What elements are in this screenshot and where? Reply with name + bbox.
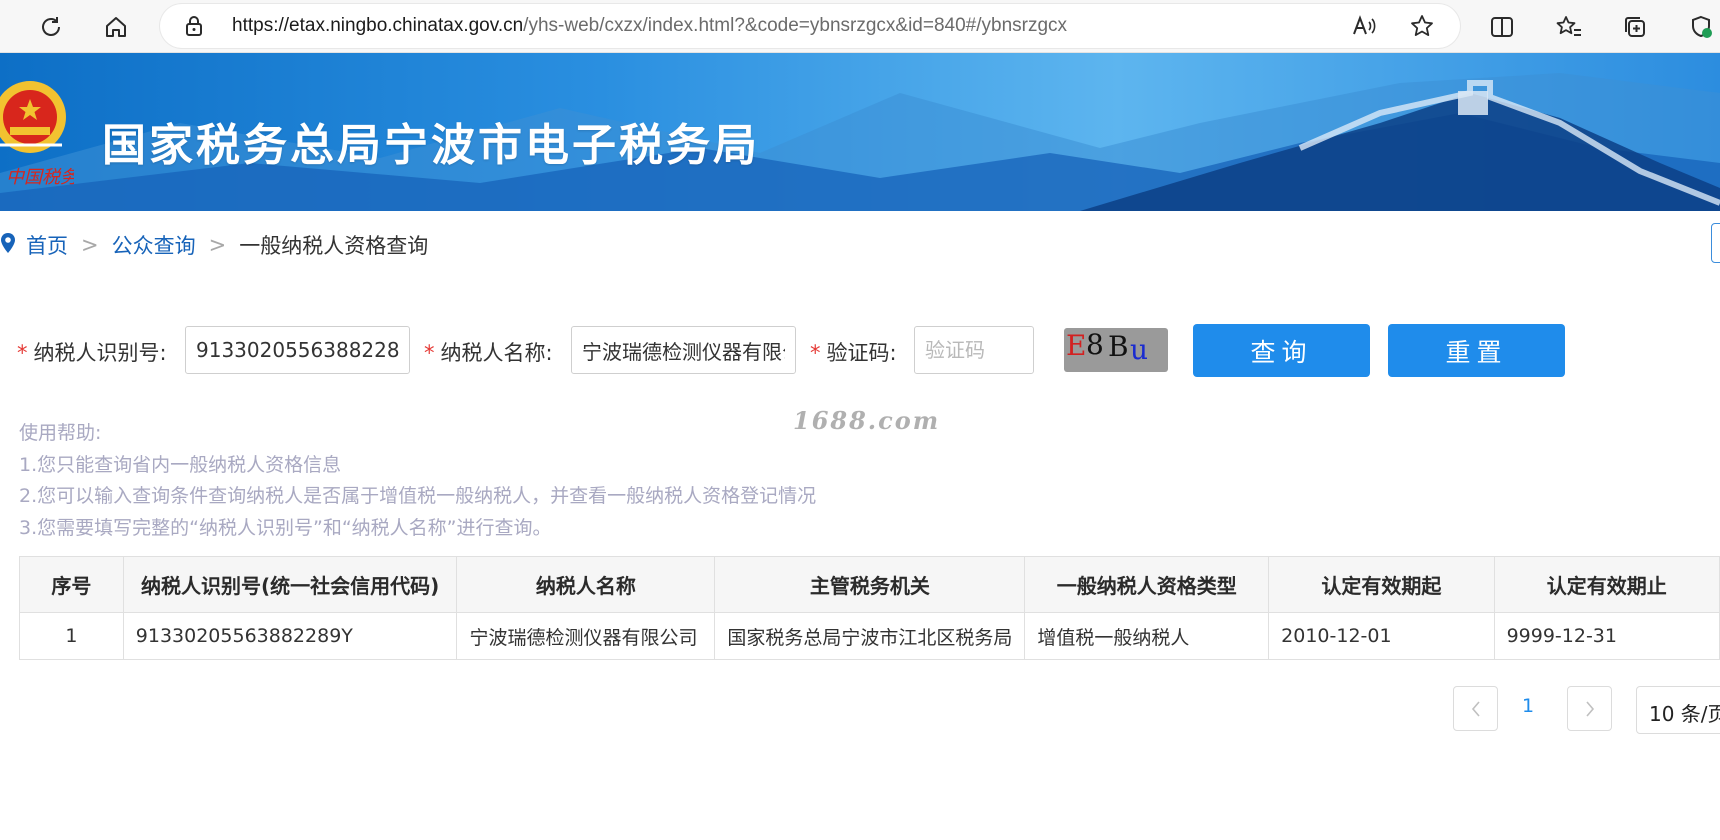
column-header: 纳税人识别号(统一社会信用代码) xyxy=(122,556,458,613)
prev-page-button[interactable] xyxy=(1453,686,1498,731)
help-line: 1.您只能查询省内一般纳税人资格信息 xyxy=(19,453,342,476)
table-cell: 宁波瑞德检测仪器有限公司 xyxy=(456,612,716,660)
table-header-row: 序号 纳税人识别号(统一社会信用代码) 纳税人名称 主管税务机关 一般纳税人资格… xyxy=(19,556,1720,613)
location-pin-icon xyxy=(0,232,16,259)
taxpayer-id-input[interactable] xyxy=(185,326,410,374)
national-emblem-logo: 中国税务 xyxy=(0,71,80,191)
address-bar[interactable]: https://etax.ningbo.chinatax.gov.cn/yhs-… xyxy=(160,4,1460,48)
help-title: 使用帮助: xyxy=(19,422,102,444)
captcha-label-text: 验证码: xyxy=(826,341,897,365)
taxpayer-id-label: * 纳税人识别号: xyxy=(17,337,167,367)
split-screen-icon[interactable] xyxy=(1484,9,1520,45)
column-header: 序号 xyxy=(19,556,124,613)
url-path: /yhs-web/cxzx/index.html?&code=ybnsrzgcx… xyxy=(523,15,1068,36)
table-cell: 1 xyxy=(19,612,124,660)
column-header: 主管税务机关 xyxy=(714,556,1026,613)
site-banner: 中国税务 国家税务总局宁波市电子税务局 xyxy=(0,53,1720,211)
required-mark: * xyxy=(424,341,435,365)
collections-icon[interactable] xyxy=(1617,9,1653,45)
favorite-star-icon[interactable] xyxy=(1404,8,1440,44)
browser-essentials-icon[interactable] xyxy=(1683,9,1719,45)
breadcrumb-public-query-link[interactable]: 公众查询 xyxy=(112,230,196,260)
breadcrumb-separator: > xyxy=(81,233,99,257)
captcha-image[interactable]: E 8 B u xyxy=(1064,328,1168,372)
taxpayer-name-label-text: 纳税人名称: xyxy=(440,341,553,365)
breadcrumb-separator: > xyxy=(208,233,227,257)
breadcrumb: 首页 > 公众查询 > 一般纳税人资格查询 xyxy=(0,228,428,262)
page-number-current[interactable]: 1 xyxy=(1522,695,1534,717)
help-section: 使用帮助: 1.您只能查询省内一般纳税人资格信息 2.您可以输入查询条件查询纳税… xyxy=(19,418,816,544)
table-cell: 增值税一般纳税人 xyxy=(1024,612,1270,660)
required-mark: * xyxy=(810,341,821,365)
table-cell: 国家税务总局宁波市江北区税务局 xyxy=(714,612,1026,660)
breadcrumb-current: 一般纳税人资格查询 xyxy=(239,234,429,258)
table-cell: 2010-12-01 xyxy=(1268,612,1495,660)
captcha-char: u xyxy=(1130,333,1149,366)
url-text[interactable]: https://etax.ningbo.chinatax.gov.cn/yhs-… xyxy=(232,15,1067,37)
refresh-icon[interactable] xyxy=(33,9,69,45)
results-table: 序号 纳税人识别号(统一社会信用代码) 纳税人名称 主管税务机关 一般纳税人资格… xyxy=(19,556,1720,660)
svg-text:中国税务: 中国税务 xyxy=(6,167,74,188)
table-row: 1 91330205563882289Y 宁波瑞德检测仪器有限公司 国家税务总局… xyxy=(19,612,1720,660)
taxpayer-name-input[interactable] xyxy=(571,326,796,374)
captcha-char: B xyxy=(1108,330,1129,363)
side-panel-button[interactable] xyxy=(1711,223,1720,263)
table-cell: 91330205563882289Y xyxy=(122,612,458,660)
chevron-right-icon xyxy=(1585,700,1594,717)
help-line: 2.您可以输入查询条件查询纳税人是否属于增值税一般纳税人，并查看一般纳税人资格登… xyxy=(19,485,817,507)
column-header: 认定有效期止 xyxy=(1493,556,1720,613)
chevron-left-icon xyxy=(1471,700,1480,717)
breadcrumb-home-link[interactable]: 首页 xyxy=(26,230,68,260)
captcha-char: E xyxy=(1066,329,1087,362)
next-page-button[interactable] xyxy=(1567,686,1612,731)
search-button[interactable]: 查询 xyxy=(1193,324,1370,377)
column-header: 认定有效期起 xyxy=(1268,556,1495,613)
column-header: 纳税人名称 xyxy=(456,556,716,613)
required-mark: * xyxy=(17,341,28,365)
banner-title: 国家税务总局宁波市电子税务局 xyxy=(102,120,760,171)
url-host: https://etax.ningbo.chinatax.gov.cn xyxy=(232,15,524,36)
captcha-char: 8 xyxy=(1086,328,1104,361)
taxpayer-name-label: * 纳税人名称: xyxy=(424,337,553,367)
favorites-icon[interactable] xyxy=(1551,9,1587,45)
table-cell: 9999-12-31 xyxy=(1493,612,1720,660)
browser-toolbar: https://etax.ningbo.chinatax.gov.cn/yhs-… xyxy=(0,0,1720,53)
help-line: 3.您需要填写完整的“纳税人识别号”和“纳税人名称”进行查询。 xyxy=(19,516,552,539)
home-icon[interactable] xyxy=(98,9,134,45)
column-header: 一般纳税人资格类型 xyxy=(1024,556,1270,613)
captcha-label: * 验证码: xyxy=(810,337,897,367)
read-aloud-icon[interactable] xyxy=(1346,8,1382,44)
captcha-input[interactable] xyxy=(914,326,1034,374)
lock-icon[interactable] xyxy=(176,8,212,44)
page-size-select[interactable]: 10 条/页 xyxy=(1636,686,1720,734)
reset-button[interactable]: 重置 xyxy=(1388,324,1565,377)
search-form: *纳税人识别号: *纳税人名称: *验证码: E 8 B u 查询 重置 xyxy=(0,324,1720,378)
taxpayer-id-label-text: 纳税人识别号: xyxy=(33,341,167,365)
